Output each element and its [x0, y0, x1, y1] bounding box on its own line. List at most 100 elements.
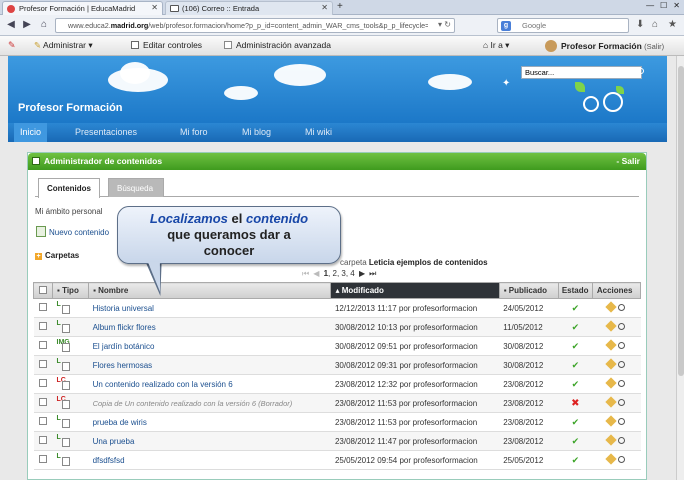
row-checkbox-cell[interactable] — [33, 298, 53, 318]
row-checkbox[interactable] — [38, 360, 47, 368]
minimize-icon[interactable]: — — [646, 1, 654, 10]
browser-search-box[interactable]: g Google — [497, 18, 629, 33]
back-icon[interactable]: ◀ — [4, 18, 18, 32]
table-row[interactable]: Ldfsdfsfsd 25/05/2012 09:54 por profesorf… — [33, 450, 641, 470]
row-checkbox[interactable] — [38, 303, 47, 311]
row-checkbox-cell[interactable] — [33, 431, 53, 451]
row-checkbox[interactable] — [38, 398, 47, 406]
edit-icon[interactable] — [605, 320, 618, 332]
url-bar[interactable]: www.educa2.madrid.org/web/profesor.forma… — [55, 18, 455, 33]
prev-page-icon[interactable]: ◀ — [313, 269, 319, 278]
header-name[interactable]: ▪ Nombre — [88, 282, 332, 299]
table-row[interactable]: Lprueba de wiris 23/08/2012 11:53 por pro… — [33, 412, 641, 432]
edit-icon[interactable] — [605, 339, 618, 351]
select-all-header[interactable] — [32, 282, 54, 299]
home-icon[interactable]: ⌂ — [37, 18, 51, 32]
menu-item-mi-foro[interactable]: Mi foro — [180, 127, 208, 137]
edit-icon[interactable] — [605, 453, 618, 465]
table-row[interactable]: L Flores hermosas 30/08/2012 09:31 por pro… — [33, 355, 641, 375]
content-name-link[interactable]: Una prueba — [88, 431, 331, 451]
close-tab-icon[interactable]: ✕ — [321, 3, 328, 12]
portlet-close-button[interactable]: - Salir — [616, 156, 640, 166]
edit-icon[interactable] — [605, 434, 618, 446]
edit-icon[interactable] — [605, 396, 618, 408]
row-checkbox-cell[interactable] — [33, 355, 53, 375]
dockbar-user[interactable]: Profesor Formación (Salir) — [545, 40, 664, 52]
close-tab-icon[interactable]: ✕ — [151, 3, 158, 12]
preview-icon[interactable] — [618, 361, 626, 368]
search-icon[interactable] — [638, 68, 644, 74]
content-name-link[interactable]: prueba de wiris — [88, 412, 331, 432]
dockbar-edit-controls[interactable]: Editar controles — [131, 40, 202, 50]
row-checkbox-cell[interactable] — [33, 412, 53, 432]
preview-icon[interactable] — [618, 418, 626, 425]
edit-icon[interactable] — [605, 358, 618, 370]
row-checkbox-cell[interactable] — [33, 317, 53, 337]
page-links[interactable]: , 2, 3, 4 — [328, 269, 355, 278]
scope-label[interactable]: Mi ámbito personal — [35, 207, 103, 216]
preview-icon[interactable] — [618, 399, 626, 406]
browser-tab-active[interactable]: Profesor Formación | EducaMadrid ✕ — [2, 1, 163, 15]
row-checkbox[interactable] — [38, 417, 47, 425]
edit-controls-checkbox[interactable] — [131, 41, 139, 49]
next-page-icon[interactable]: ▶ — [359, 269, 365, 278]
table-row[interactable]: L Historia universal 12/12/2013 11:17 por … — [33, 298, 641, 318]
preview-icon[interactable] — [618, 380, 626, 387]
table-row[interactable]: L Una prueba 23/08/2012 11:47 por profesor… — [33, 431, 641, 451]
row-checkbox[interactable] — [38, 341, 47, 349]
tab-contenidos[interactable]: Contenidos — [38, 178, 100, 198]
table-row[interactable]: L Album flickr flores 30/08/2012 10:13 por… — [33, 317, 641, 337]
expand-folder-icon[interactable]: + — [35, 253, 42, 260]
preview-icon[interactable] — [618, 323, 626, 330]
page-scrollbar[interactable] — [676, 56, 684, 480]
dockbar-admin-menu[interactable]: ✎ Administrar ▾ — [34, 40, 93, 51]
bookmarks-icon[interactable]: ★ — [668, 19, 677, 30]
menu-item-presentaciones[interactable]: Presentaciones — [75, 127, 137, 137]
maximize-icon[interactable]: ☐ — [660, 1, 667, 10]
site-search[interactable] — [521, 66, 642, 79]
close-window-icon[interactable]: ✕ — [673, 1, 680, 10]
reload-icon[interactable]: ▾ ↻ — [438, 20, 451, 29]
table-row[interactable]: LC Un contenido realizado con la versión … — [33, 374, 641, 394]
content-name-link[interactable]: dfsdfsfsd — [88, 450, 331, 470]
dockbar-advanced-admin[interactable]: Administración avanzada — [224, 40, 331, 50]
row-checkbox[interactable] — [38, 436, 47, 444]
preview-icon[interactable] — [618, 304, 626, 311]
forward-icon[interactable]: ▶ — [20, 18, 34, 32]
content-name-link[interactable]: Historia universal — [88, 298, 331, 318]
content-name-link[interactable]: El jardín botánico — [88, 336, 331, 356]
content-name-link[interactable]: Album flickr flores — [88, 317, 331, 337]
menu-item-inicio[interactable]: Inicio — [14, 123, 48, 142]
menu-item-mi-blog[interactable]: Mi blog — [242, 127, 271, 137]
row-checkbox[interactable] — [38, 379, 47, 387]
pin-icon[interactable]: ✎ — [8, 40, 16, 51]
row-checkbox[interactable] — [38, 455, 47, 463]
header-published[interactable]: ▪ Publicado — [498, 282, 559, 299]
tab-busqueda[interactable]: Búsqueda — [108, 178, 164, 197]
home-toolbar-icon[interactable]: ⌂ — [652, 19, 658, 30]
download-icon[interactable]: ⬇ — [636, 19, 644, 30]
folders-section[interactable]: + Carpetas — [35, 251, 79, 260]
preview-icon[interactable] — [618, 456, 626, 463]
content-name-link[interactable]: Copia de Un contenido realizado con la v… — [88, 393, 331, 413]
preview-icon[interactable] — [618, 437, 626, 444]
new-tab-icon[interactable]: + — [337, 1, 343, 12]
table-row[interactable]: LC Copia de Un contenido realizado con la… — [33, 393, 641, 413]
row-checkbox-cell[interactable] — [33, 450, 53, 470]
select-all-checkbox[interactable] — [39, 285, 47, 294]
header-modified[interactable]: ▴ Modificado — [330, 282, 500, 299]
scrollbar-thumb[interactable] — [678, 66, 684, 376]
edit-icon[interactable] — [605, 377, 618, 389]
dockbar-goto-menu[interactable]: ⌂ Ir a ▾ — [483, 40, 509, 51]
content-name-link[interactable]: Un contenido realizado con la versión 6 — [88, 374, 331, 394]
row-checkbox-cell[interactable] — [33, 393, 53, 413]
content-name-link[interactable]: Flores hermosas — [88, 355, 331, 375]
first-page-icon[interactable]: ⏮ — [302, 269, 309, 278]
table-row[interactable]: IMG El jardín botánico30/08/2012 09:51 po… — [33, 336, 641, 356]
header-type[interactable]: ▪ Tipo — [52, 282, 90, 299]
new-content-button[interactable]: Nuevo contenido — [36, 226, 109, 237]
site-search-input[interactable] — [522, 67, 632, 78]
menu-item-mi-wiki[interactable]: Mi wiki — [305, 127, 332, 137]
row-checkbox-cell[interactable] — [33, 336, 53, 356]
logout-link[interactable]: (Salir) — [644, 42, 664, 51]
